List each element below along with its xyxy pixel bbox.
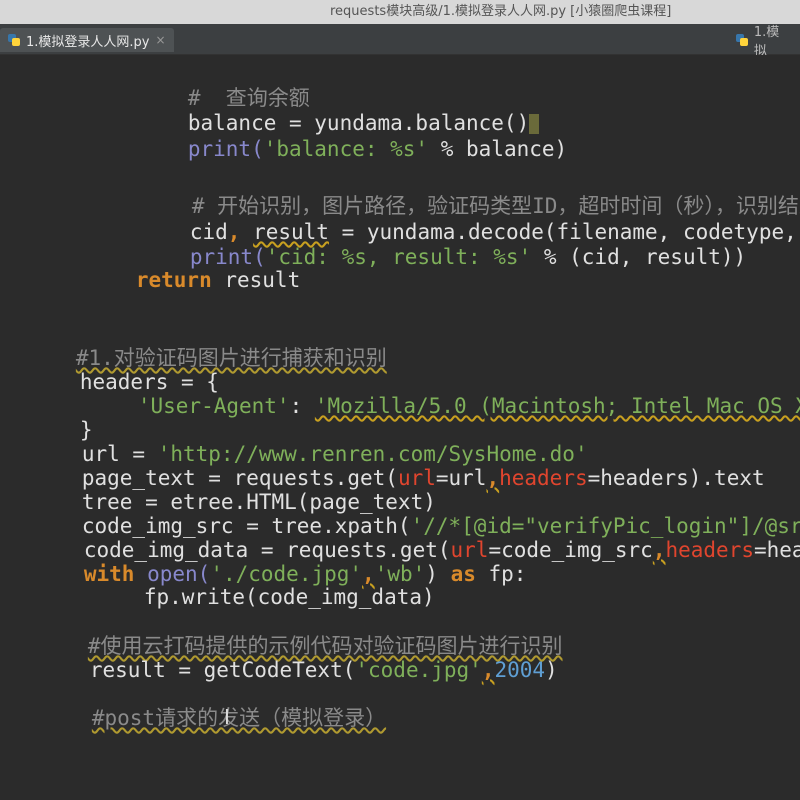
tab-other-file[interactable]: 1.模拟 <box>728 25 800 59</box>
code-line: #1.对验证码图片进行捕获和识别 <box>75 346 387 370</box>
tab-label: 1.模拟登录人人网.py <box>26 34 150 50</box>
mouse-ibeam-cursor-icon: I <box>224 705 230 729</box>
code-line: page_text = requests.get(url=url,headers… <box>81 466 765 490</box>
code-line: 'User-Agent': 'Mozilla/5.0 (Macintosh; I… <box>137 394 800 418</box>
code-line: fp.write(code_img_data) <box>143 585 435 609</box>
editor-tab-bar: 1.模拟登录人人网.py × 1.模拟 <box>0 24 800 59</box>
window-title-bar: requests模块高级/1.模拟登录人人网.py [小猿圈爬虫课程] <box>0 0 800 24</box>
code-line: tree = etree.HTML(page_text) <box>81 490 436 514</box>
tab-active-file[interactable]: 1.模拟登录人人网.py × <box>0 28 174 52</box>
close-icon[interactable]: × <box>155 33 165 47</box>
code-line: return result <box>135 268 301 292</box>
code-line: cid, result = yundama.decode(filename, c… <box>189 220 800 244</box>
code-line: balance = yundama.balance() <box>112 84 540 135</box>
tab-label: 1.模拟 <box>753 25 780 59</box>
code-line: #使用云打码提供的示例代码对验证码图片进行识别 <box>87 634 563 658</box>
code-line: code_img_src = tree.xpath('//*[@id="veri… <box>81 514 800 538</box>
code-line: url = 'http://www.renren.com/SysHome.do' <box>81 442 588 466</box>
code-line: } <box>79 418 93 442</box>
code-line: print('balance: %s' % balance) <box>187 137 568 161</box>
code-editor[interactable]: # 查询余额 balance = yundama.balance() print… <box>0 55 800 800</box>
python-file-icon <box>8 34 20 46</box>
code-line: #post请求的发送（模拟登录） <box>91 706 387 730</box>
python-file-icon <box>736 34 748 46</box>
code-line: result = getCodeText('code.jpg',2004) <box>89 658 558 682</box>
code-line: # 查询余额 <box>187 86 310 110</box>
ide-window: requests模块高级/1.模拟登录人人网.py [小猿圈爬虫课程] 1.模拟… <box>0 0 800 800</box>
window-title: requests模块高级/1.模拟登录人人网.py [小猿圈爬虫课程] <box>330 4 672 19</box>
code-line: # 开始识别，图片路径，验证码类型ID，超时时间（秒），识别结果 <box>191 194 800 218</box>
code-line: code_img_data = requests.get(url=code_im… <box>83 538 800 562</box>
code-line: headers = { <box>79 370 219 394</box>
